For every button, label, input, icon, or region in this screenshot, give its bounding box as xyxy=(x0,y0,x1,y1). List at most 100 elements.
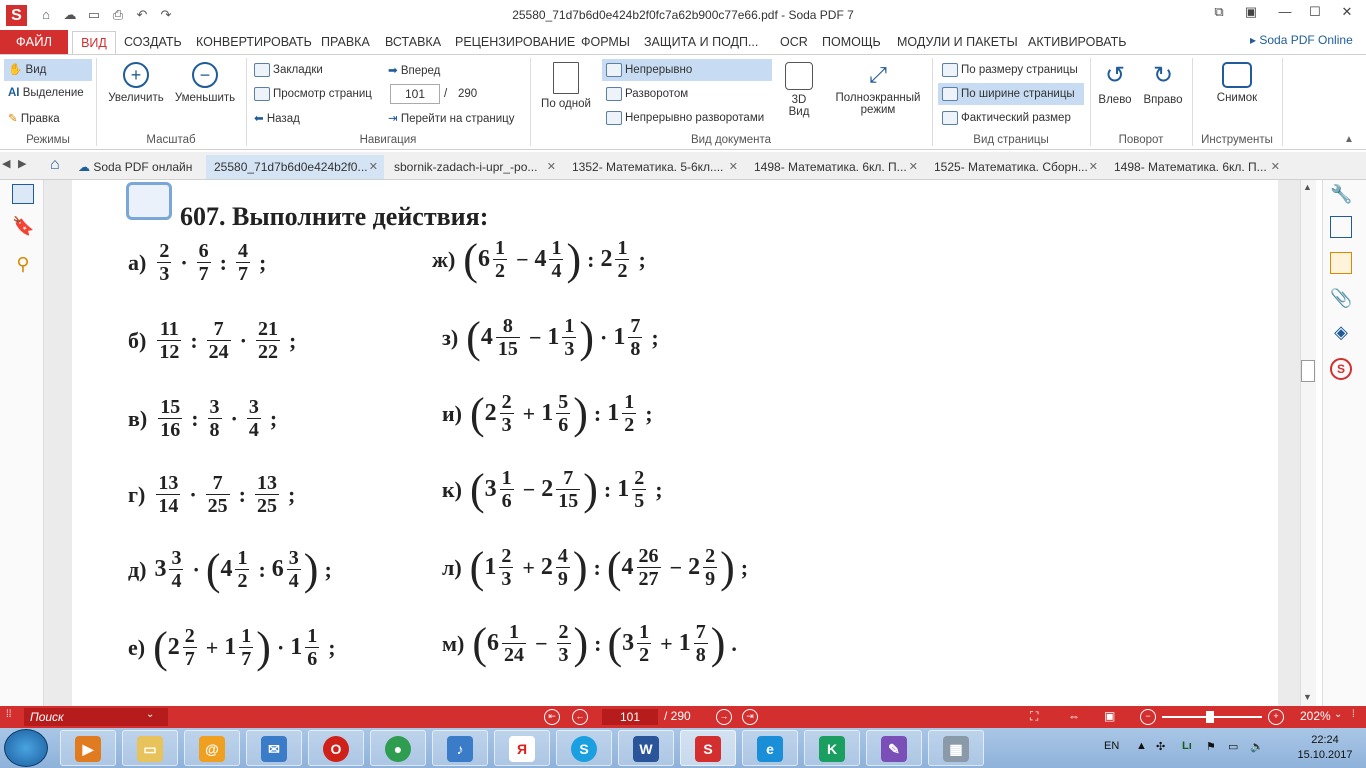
vertical-scrollbar[interactable] xyxy=(1300,180,1316,706)
page-view-button[interactable]: Просмотр страниц xyxy=(254,87,372,101)
tab-document[interactable]: sbornik-zadach-i-upr_-po... ✕ xyxy=(386,155,562,179)
menu-modules[interactable]: МОДУЛИ И ПАКЕТЫ xyxy=(897,35,1018,49)
mode-edit-button[interactable]: ✎ Правка xyxy=(8,111,60,125)
taskbar-word[interactable]: W xyxy=(618,730,674,766)
actual-size-status-icon[interactable]: ▣ xyxy=(1104,709,1115,723)
volume-tray-icon[interactable]: 🔈 xyxy=(1250,740,1264,753)
ribbon-collapse-icon[interactable]: ⧉ xyxy=(1204,4,1234,24)
bookmark-icon[interactable]: 🔖 xyxy=(12,216,34,236)
network-tray-icon[interactable]: ✣ xyxy=(1156,740,1165,753)
taskbar-calculator[interactable]: ▦ xyxy=(928,730,984,766)
scroll-up-icon[interactable]: ▲ xyxy=(1303,182,1312,192)
mode-select-button[interactable]: AI Выделение xyxy=(8,87,84,99)
close-tab-icon[interactable]: ✕ xyxy=(1271,155,1280,179)
continuous-spread-button[interactable]: Непрерывно разворотами xyxy=(606,111,764,125)
menu-review[interactable]: РЕЦЕНЗИРОВАНИЕ xyxy=(455,35,575,49)
soda-online-link[interactable]: ▸ Soda PDF Online xyxy=(1250,33,1353,47)
menu-insert[interactable]: ВСТАВКА xyxy=(385,35,441,49)
zoom-level[interactable]: 202% xyxy=(1300,709,1331,723)
zoom-slider-handle[interactable] xyxy=(1206,711,1214,723)
zoom-in-status-icon[interactable]: + xyxy=(1268,709,1284,725)
menu-activate[interactable]: АКТИВИРОВАТЬ xyxy=(1028,35,1126,49)
scroll-down-icon[interactable]: ▼ xyxy=(1303,692,1312,702)
fit-width-button[interactable]: По ширине страницы xyxy=(938,83,1084,105)
taskbar-soda-pdf[interactable]: S xyxy=(680,730,736,766)
page-thumbnails-icon[interactable] xyxy=(12,184,34,204)
menu-file[interactable]: ФАЙЛ xyxy=(0,30,68,54)
zoom-in-button[interactable]: + Увеличить xyxy=(104,62,168,104)
rotate-left-button[interactable]: ↺ Влево xyxy=(1094,62,1136,106)
actual-size-button[interactable]: Фактический размер xyxy=(942,111,1071,125)
tab-document[interactable]: 1498- Математика. 6кл. П... ✕ xyxy=(746,155,924,179)
links-icon[interactable]: ⚲ xyxy=(12,254,34,274)
taskbar-ie[interactable]: e xyxy=(742,730,798,766)
form-fields-icon[interactable] xyxy=(1330,216,1352,238)
back-button[interactable]: ⬅ Назад xyxy=(254,111,300,125)
language-indicator[interactable]: EN xyxy=(1104,740,1119,752)
menu-edit[interactable]: ПРАВКА xyxy=(321,35,370,49)
goto-page-button[interactable]: ⇥ Перейти на страницу xyxy=(388,111,514,125)
status-page-input[interactable]: 101 xyxy=(602,709,658,725)
start-button[interactable] xyxy=(4,729,48,767)
tab-document[interactable]: 1525- Математика. Сборн... ✕ xyxy=(926,155,1104,179)
taskbar-yandex[interactable]: Я xyxy=(494,730,550,766)
rotate-right-button[interactable]: ↻ Вправо xyxy=(1140,62,1186,106)
menu-convert[interactable]: КОНВЕРТИРОВАТЬ xyxy=(196,35,312,49)
taskbar-opera[interactable]: O xyxy=(308,730,364,766)
fullscreen-button[interactable]: ⤢ Полноэкранный режим xyxy=(826,62,930,116)
prev-page-icon[interactable]: ← xyxy=(572,709,588,725)
close-button[interactable]: ✕ xyxy=(1332,4,1362,24)
continuous-button[interactable]: Непрерывно xyxy=(602,59,772,81)
taskbar-media-player[interactable]: ▶ xyxy=(60,730,116,766)
home-tab-icon[interactable]: ⌂ xyxy=(50,156,70,176)
zoom-out-status-icon[interactable]: − xyxy=(1140,709,1156,725)
zoom-out-button[interactable]: − Уменьшить xyxy=(172,62,238,104)
minimize-button[interactable]: — xyxy=(1270,4,1300,24)
fit-page-status-icon[interactable]: ⛶ xyxy=(1030,709,1038,724)
collapse-ribbon-icon[interactable]: ▲ xyxy=(1344,134,1354,145)
close-tab-icon[interactable]: ✕ xyxy=(547,155,556,179)
tabs-next-icon[interactable]: ▶ xyxy=(18,157,26,170)
tray-expand-icon[interactable]: ▲ xyxy=(1136,740,1147,752)
maximize-button[interactable]: ☐ xyxy=(1300,4,1330,24)
close-tab-icon[interactable]: ✕ xyxy=(909,155,918,179)
taskbar-explorer[interactable]: ▭ xyxy=(122,730,178,766)
tab-document[interactable]: 1498- Математика. 6кл. П... ✕ xyxy=(1106,155,1286,179)
next-page-icon[interactable]: → xyxy=(716,709,732,725)
attachment-icon[interactable]: 📎 xyxy=(1330,288,1352,310)
view-3d-button[interactable]: 3D Вид xyxy=(780,62,818,118)
system-clock[interactable]: 22:24 15.10.2017 xyxy=(1290,733,1360,763)
monitor-tray-icon[interactable]: ▭ xyxy=(1228,740,1238,753)
chevron-down-icon[interactable]: ⌄ xyxy=(146,709,154,720)
tab-active-document[interactable]: 25580_71d7b6d0e424b2f0... ✕ xyxy=(206,155,384,179)
layout-icon[interactable]: ▣ xyxy=(1236,4,1266,24)
tabs-prev-icon[interactable]: ◀ xyxy=(2,157,10,170)
taskbar-audio[interactable]: ♪ xyxy=(432,730,488,766)
signature-icon[interactable]: S xyxy=(1330,358,1352,380)
bookmarks-button[interactable]: Закладки xyxy=(254,63,323,77)
close-tab-icon[interactable]: ✕ xyxy=(369,155,378,179)
taskbar-mail[interactable]: ✉ xyxy=(246,730,302,766)
last-page-icon[interactable]: ⇥ xyxy=(742,709,758,725)
wrench-icon[interactable]: 🔧 xyxy=(1330,184,1352,206)
layers-icon[interactable]: ◈ xyxy=(1330,322,1352,344)
fit-width-status-icon[interactable]: ⇔ xyxy=(1068,709,1080,723)
tab-document[interactable]: 1352- Математика. 5-6кл.... ✕ xyxy=(564,155,744,179)
taskbar-chrome[interactable]: ● xyxy=(370,730,426,766)
flag-tray-icon[interactable]: ⚑ xyxy=(1206,740,1216,753)
taskbar-skype[interactable]: S xyxy=(556,730,612,766)
snapshot-button[interactable]: Снимок xyxy=(1206,62,1268,104)
menu-protect[interactable]: ЗАЩИТА И ПОДП... xyxy=(644,35,758,49)
chevron-down-icon[interactable]: ⌄ xyxy=(1334,709,1342,720)
close-tab-icon[interactable]: ✕ xyxy=(1089,155,1098,179)
single-page-button[interactable]: По одной xyxy=(536,62,596,110)
tab-soda-online[interactable]: ☁ Soda PDF онлайн xyxy=(74,155,204,179)
comment-icon[interactable] xyxy=(1330,252,1352,274)
menu-forms[interactable]: ФОРМЫ xyxy=(581,35,630,49)
taskbar-editor[interactable]: ✎ xyxy=(866,730,922,766)
spread-button[interactable]: Разворотом xyxy=(606,87,688,101)
mode-view-button[interactable]: ✋ Вид xyxy=(4,59,92,81)
forward-button[interactable]: ➡ Вперед xyxy=(388,63,440,77)
tray-app-icon[interactable]: Lı xyxy=(1182,740,1192,752)
taskbar-mail-agent[interactable]: @ xyxy=(184,730,240,766)
